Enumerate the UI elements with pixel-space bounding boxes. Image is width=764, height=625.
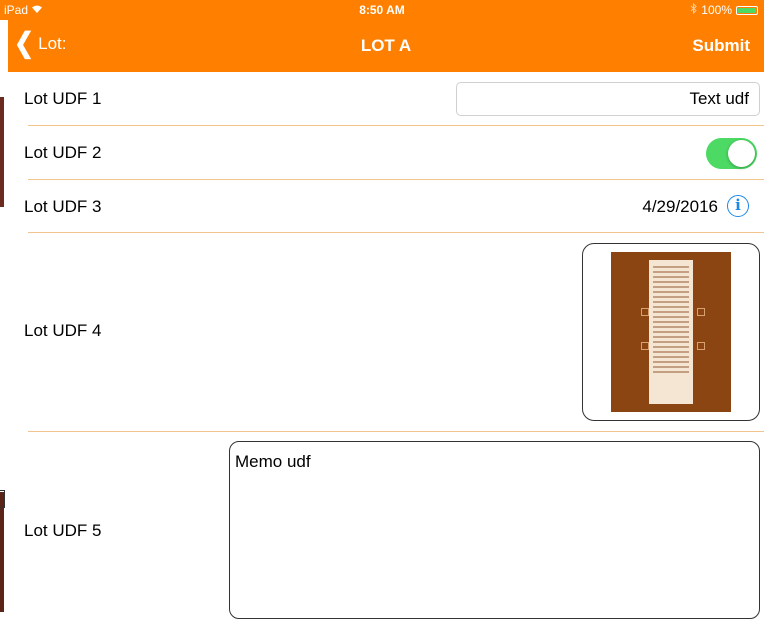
date-value[interactable]: 4/29/2016 [642,197,718,217]
status-right: 100% [690,2,758,17]
row-label-udf4: Lot UDF 4 [24,321,102,340]
thumbnail-card [649,260,693,404]
background-image-strip [0,97,4,207]
status-time: 8:50 AM [359,3,405,17]
row-separator [28,125,764,126]
image-thumbnail [611,252,731,412]
battery-percent: 100% [701,3,732,17]
text-udf-input[interactable]: Text udf [456,82,760,116]
navigation-bar: ❮ Lot: LOT A Submit [8,20,764,72]
submit-button[interactable]: Submit [692,36,750,56]
image-udf-picker[interactable] [582,243,760,421]
bluetooth-icon [690,2,698,17]
row-label-udf5: Lot UDF 5 [24,521,102,540]
status-bar: iPad 8:50 AM 100% [0,0,764,20]
row-label-udf2: Lot UDF 2 [24,143,102,162]
battery-icon [736,5,758,15]
background-image-strip [0,492,4,612]
udf2-toggle[interactable] [706,138,757,169]
row-separator [28,179,764,180]
row-separator [28,232,764,233]
toggle-knob [728,140,755,167]
page-title: LOT A [360,36,412,55]
background-panel-peek [0,72,8,625]
memo-udf-textarea[interactable]: Memo udf [229,441,760,619]
info-icon[interactable]: i [727,195,749,217]
background-frame [0,490,5,508]
row-label-udf1: Lot UDF 1 [24,89,102,108]
row-separator [28,431,764,432]
row-label-udf3: Lot UDF 3 [24,197,102,216]
battery-level [738,7,756,13]
